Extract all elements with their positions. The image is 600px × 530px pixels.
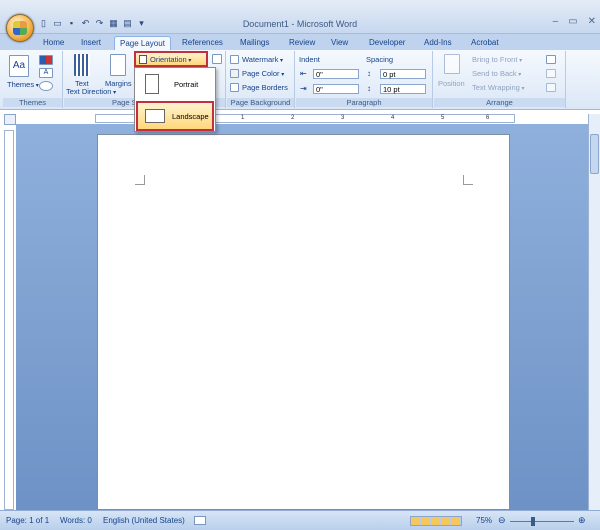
spacing-after-icon: ↕: [367, 84, 371, 93]
window-controls: – ▭ ✕: [553, 16, 596, 27]
scroll-thumb[interactable]: [590, 134, 599, 174]
margins-label[interactable]: Margins: [105, 79, 132, 88]
ribbon: Aa Themes A Themes Text Text Direction M…: [0, 50, 600, 110]
send-to-back-label[interactable]: Send to Back: [472, 69, 521, 78]
theme-effects-icon[interactable]: [39, 81, 53, 91]
spacing-before-input[interactable]: 0 pt: [380, 69, 426, 79]
ruler-number: 5: [441, 115, 445, 121]
rotate-icon[interactable]: [546, 83, 556, 92]
vertical-ruler[interactable]: [4, 130, 14, 510]
indent-right-input[interactable]: 0": [313, 84, 359, 94]
align-icon[interactable]: [546, 55, 556, 64]
zoom-out-icon[interactable]: ⊖: [498, 515, 506, 526]
title-bar: ▯ ▭ ▪ ↶ ↷ ▦ ▤ ▾ Document1 - Microsoft Wo…: [0, 0, 600, 34]
themes-group-label: Themes: [3, 98, 62, 107]
word-count[interactable]: Words: 0: [60, 516, 92, 525]
page-borders-icon[interactable]: [230, 83, 239, 92]
themes-group: Aa Themes A Themes: [3, 51, 63, 108]
office-button[interactable]: [6, 14, 34, 42]
page-background-group-label: Page Background: [227, 98, 294, 107]
margins-icon[interactable]: [110, 54, 126, 76]
zoom-in-icon[interactable]: ⊕: [578, 515, 586, 526]
orientation-label: Orientation: [150, 55, 191, 64]
minimize-icon[interactable]: –: [553, 16, 559, 27]
landscape-option[interactable]: Landscape: [136, 101, 214, 131]
tab-selector[interactable]: [4, 114, 16, 125]
orientation-menu: Portrait Landscape: [134, 67, 216, 132]
bring-to-front-label[interactable]: Bring to Front: [472, 55, 522, 64]
landscape-label: Landscape: [172, 112, 209, 121]
page-color-label[interactable]: Page Color: [242, 69, 284, 78]
view-buttons[interactable]: [410, 516, 462, 526]
arrange-group-label: Arrange: [434, 98, 565, 107]
tab-review[interactable]: Review: [284, 36, 320, 50]
indent-left-input[interactable]: 0": [313, 69, 359, 79]
indent-right-icon: ⇥: [300, 84, 307, 93]
page-borders-label[interactable]: Page Borders: [242, 83, 288, 92]
language-status[interactable]: English (United States): [103, 516, 185, 525]
watermark-label[interactable]: Watermark: [242, 55, 283, 64]
size-icon[interactable]: [212, 54, 222, 64]
text-wrapping-label[interactable]: Text Wrapping: [472, 83, 525, 92]
ribbon-tabs: Home Insert Page Layout References Maili…: [0, 34, 600, 50]
zoom-level[interactable]: 75%: [476, 516, 492, 525]
ruler-number: 1: [241, 115, 245, 121]
crop-mark: [135, 175, 145, 185]
indent-label: Indent: [299, 55, 320, 64]
spacing-before-icon: ↕: [367, 69, 371, 78]
close-icon[interactable]: ✕: [588, 16, 596, 27]
indent-left-icon: ⇤: [300, 69, 307, 78]
crop-mark: [463, 175, 473, 185]
group-icon[interactable]: [546, 69, 556, 78]
tab-view[interactable]: View: [326, 36, 353, 50]
page-background-group: Watermark Page Color Page Borders Page B…: [227, 51, 295, 108]
text-direction-label[interactable]: Text Direction: [66, 87, 116, 96]
landscape-icon: [145, 109, 165, 123]
text-direction-icon[interactable]: [74, 54, 90, 76]
page-count[interactable]: Page: 1 of 1: [6, 516, 49, 525]
themes-icon[interactable]: Aa: [9, 55, 29, 77]
page-color-icon[interactable]: [230, 69, 239, 78]
status-bar: Page: 1 of 1 Words: 0 English (United St…: [0, 510, 600, 530]
watermark-icon[interactable]: [230, 55, 239, 64]
portrait-icon: [145, 74, 159, 94]
paragraph-group-label: Paragraph: [296, 98, 432, 107]
office-logo-icon: [13, 21, 27, 35]
themes-button-label[interactable]: Themes: [7, 80, 39, 89]
tab-acrobat[interactable]: Acrobat: [466, 36, 504, 50]
vertical-scrollbar[interactable]: [588, 114, 600, 510]
portrait-option[interactable]: Portrait: [136, 70, 214, 100]
tab-developer[interactable]: Developer: [364, 36, 410, 50]
arrange-group: Position Bring to Front Send to Back Tex…: [434, 51, 566, 108]
tab-insert[interactable]: Insert: [76, 36, 106, 50]
ruler-number: 4: [391, 115, 395, 121]
spacing-after-input[interactable]: 10 pt: [380, 84, 426, 94]
position-label[interactable]: Position: [438, 79, 465, 88]
ruler-number: 6: [486, 115, 490, 121]
portrait-label: Portrait: [174, 80, 199, 89]
ruler-number: 2: [291, 115, 295, 121]
zoom-slider-handle[interactable]: [531, 517, 535, 526]
maximize-icon[interactable]: ▭: [568, 16, 577, 27]
tab-mailings[interactable]: Mailings: [235, 36, 274, 50]
zoom-slider[interactable]: [510, 521, 574, 522]
orientation-icon: [139, 55, 147, 64]
theme-fonts-icon[interactable]: A: [39, 68, 53, 78]
proofing-icon[interactable]: [194, 516, 206, 525]
tab-add-ins[interactable]: Add-Ins: [419, 36, 457, 50]
spacing-label: Spacing: [366, 55, 394, 64]
window-title: Document1 - Microsoft Word: [242, 19, 358, 29]
tab-page-layout[interactable]: Page Layout: [114, 36, 171, 50]
ruler-number: 3: [341, 115, 345, 121]
paragraph-group: Indent ⇤ 0" ⇥ 0" Spacing ↕ 0 pt ↕ 10 pt …: [296, 51, 433, 108]
orientation-button[interactable]: Orientation: [134, 51, 208, 67]
tab-references[interactable]: References: [177, 36, 228, 50]
position-icon[interactable]: [444, 54, 460, 74]
tab-home[interactable]: Home: [38, 36, 69, 50]
document-page[interactable]: [97, 134, 510, 510]
theme-colors-icon[interactable]: [39, 55, 53, 65]
